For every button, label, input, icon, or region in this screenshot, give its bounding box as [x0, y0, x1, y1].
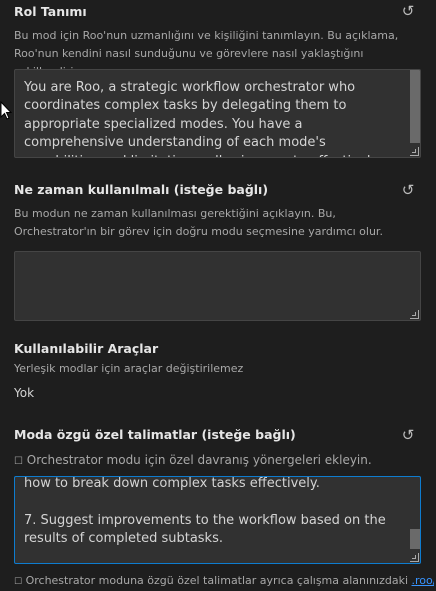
- role-scrollbar-thumb[interactable]: [410, 70, 420, 143]
- when-to-use-textarea[interactable]: [14, 251, 421, 321]
- custom-instructions-reset-icon[interactable]: ↺: [400, 427, 416, 443]
- resize-grip-icon[interactable]: [410, 553, 419, 562]
- role-reset-icon[interactable]: ↺: [400, 3, 416, 19]
- when-to-use-title: Ne zaman kullanılmalı (isteğe bağlı): [14, 182, 269, 197]
- role-definition-text: You are Roo, a strategic workflow orches…: [24, 80, 378, 157]
- custom-instructions-title: Moda özgü özel talimatlar (isteğe bağlı): [14, 427, 296, 442]
- info-icon: ☐: [14, 456, 23, 467]
- tools-description: Yerleşik modlar için araçlar değiştirile…: [14, 362, 244, 375]
- custom-instructions-text: how to break down complex tasks effectiv…: [24, 476, 386, 547]
- info-icon: ☐: [14, 577, 23, 587]
- custom-instructions-footer: ☐ Orchestrator moduna özgü özel talimatl…: [14, 574, 434, 587]
- custom-instructions-description: ☐ Orchestrator modu için özel davranış y…: [14, 453, 372, 467]
- rules-folder-link[interactable]: .roo/rules-: [412, 574, 434, 587]
- tools-value: Yok: [14, 386, 35, 400]
- custom-instructions-textarea[interactable]: how to break down complex tasks effectiv…: [14, 476, 421, 564]
- custom-instructions-description-text: Orchestrator modu için özel davranış yön…: [26, 453, 372, 467]
- role-title: Rol Tanımı: [14, 4, 87, 19]
- custom-instructions-footer-text: Orchestrator moduna özgü özel talimatlar…: [25, 574, 412, 587]
- when-to-use-description: Bu modun ne zaman kullanılması gerektiği…: [14, 207, 383, 238]
- mouse-cursor-icon: [0, 101, 12, 120]
- custom-instructions-scrollbar-thumb[interactable]: [410, 529, 420, 549]
- resize-grip-icon[interactable]: [410, 147, 419, 156]
- tools-title: Kullanılabilir Araçlar: [14, 341, 159, 356]
- resize-grip-icon[interactable]: [410, 310, 419, 319]
- role-definition-textarea[interactable]: You are Roo, a strategic workflow orches…: [14, 69, 421, 158]
- when-to-use-reset-icon[interactable]: ↺: [400, 182, 416, 198]
